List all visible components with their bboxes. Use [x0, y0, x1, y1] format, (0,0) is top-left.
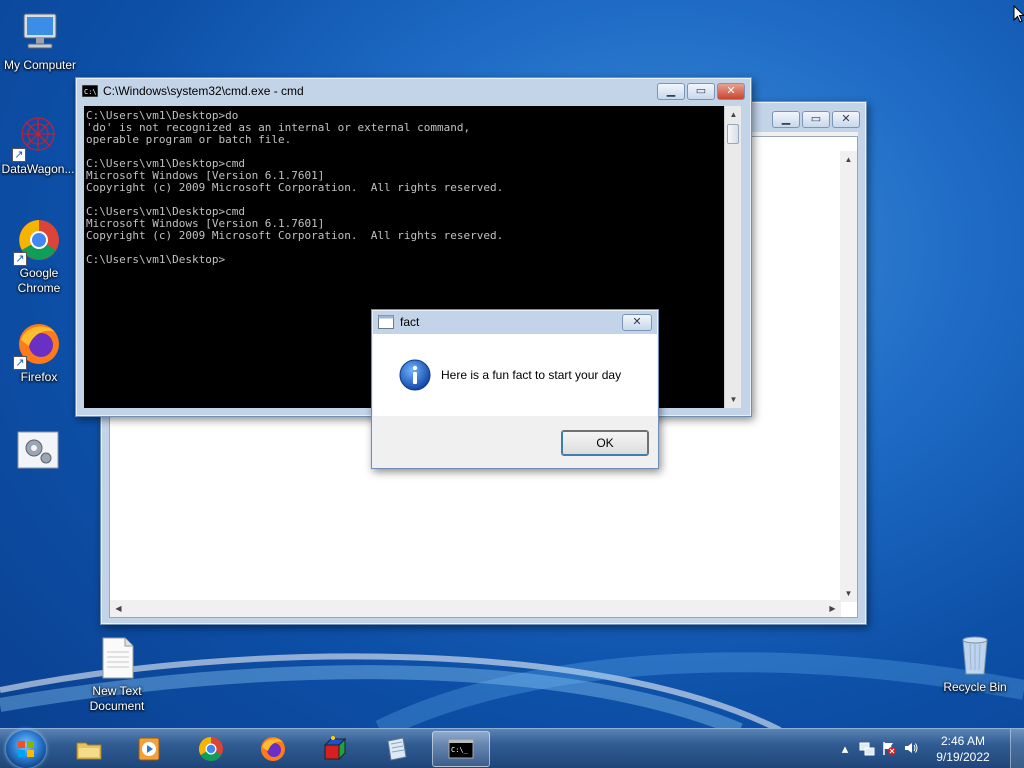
close-button[interactable]: ✕: [717, 82, 745, 100]
close-icon: ✕: [841, 112, 851, 125]
maximize-icon: ▭: [810, 112, 822, 125]
taskbar-cmd[interactable]: C:\_: [432, 731, 490, 767]
console-text: C:\Users\vm1\Desktop>do 'do' is not reco…: [86, 109, 504, 266]
desktop-icon-label: New Text Document: [89, 684, 145, 713]
firefox-icon: ↗: [13, 320, 63, 370]
cube-app-icon: [323, 736, 347, 761]
taskbar-cube-app[interactable]: [306, 731, 364, 767]
clock-date: 9/19/2022: [936, 750, 990, 764]
taskbar: C:\_ ▴ 2:46 AM 9/19/2022: [0, 728, 1024, 768]
close-button[interactable]: ✕: [832, 110, 860, 128]
desktop-icon-label: Recycle Bin: [943, 680, 1007, 694]
cmd-window-title: C:\Windows\system32\cmd.exe - cmd: [103, 84, 304, 98]
desktop-icon-datawagon[interactable]: ↗ DataWagon...: [0, 112, 78, 177]
message-area: Here is a fun fact to start your day: [373, 334, 657, 416]
desktop-icon-new-text-document[interactable]: New Text Document: [77, 634, 157, 714]
shortcut-arrow-icon: ↗: [13, 356, 27, 370]
settings-tool-icon: [14, 428, 62, 476]
shortcut-arrow-icon: ↗: [13, 252, 27, 266]
desktop-icon-firefox[interactable]: ↗ Firefox: [0, 320, 79, 385]
close-icon: ✕: [726, 84, 736, 97]
taskbar-clock[interactable]: 2:46 AM 9/19/2022: [928, 733, 998, 765]
close-button[interactable]: ✕: [622, 313, 652, 331]
svg-text:C:\_: C:\_: [451, 746, 469, 754]
minimize-button[interactable]: ▁: [772, 110, 800, 128]
desktop-icon-label: DataWagon...: [1, 162, 75, 176]
notepad-horizontal-scrollbar[interactable]: ◀ ▶: [110, 600, 841, 617]
action-center-flag-icon[interactable]: [880, 740, 898, 758]
minimize-icon: ▁: [781, 112, 791, 125]
window-app-icon: [378, 315, 394, 329]
notepad-icon: [387, 737, 407, 761]
desktop-icon-recycle-bin[interactable]: Recycle Bin: [935, 630, 1015, 695]
taskbar-chrome[interactable]: [182, 731, 240, 767]
shortcut-arrow-icon: ↗: [12, 148, 26, 162]
scroll-thumb[interactable]: [727, 124, 739, 144]
taskbar-media-player[interactable]: [120, 731, 178, 767]
cmd-icon: C:\: [82, 85, 98, 97]
desktop-icon-my-computer[interactable]: My Computer: [0, 8, 80, 73]
computer-icon: [16, 8, 64, 56]
recycle-bin-icon: [951, 630, 999, 678]
show-desktop-button[interactable]: [1010, 729, 1024, 768]
desktop-icon-settings-tool[interactable]: [0, 428, 78, 478]
chrome-icon: ↗: [13, 216, 63, 266]
cmd-titlebar[interactable]: C:\ C:\Windows\system32\cmd.exe - cmd ▁ …: [76, 78, 751, 104]
message-text: Here is a fun fact to start your day: [441, 368, 622, 382]
ok-button[interactable]: OK: [561, 430, 649, 456]
maximize-button[interactable]: ▭: [802, 110, 830, 128]
maximize-button[interactable]: ▭: [687, 82, 715, 100]
media-player-icon: [138, 737, 160, 761]
fact-message-box[interactable]: fact ✕ Here is a fun fact to start your …: [371, 309, 659, 469]
scroll-up-arrow-icon[interactable]: ▲: [725, 106, 742, 123]
scroll-up-arrow-icon[interactable]: ▲: [840, 151, 857, 168]
minimize-button[interactable]: ▁: [657, 82, 685, 100]
console-vertical-scrollbar[interactable]: ▲ ▼: [724, 106, 741, 408]
close-icon: ✕: [632, 315, 642, 328]
taskbar-explorer[interactable]: [60, 731, 118, 767]
desktop-icon-label: Firefox: [20, 370, 58, 384]
scroll-down-arrow-icon[interactable]: ▼: [840, 585, 857, 602]
information-icon: [399, 359, 431, 391]
chrome-icon: [198, 737, 223, 762]
explorer-icon: [76, 742, 102, 760]
clock-time: 2:46 AM: [940, 734, 986, 748]
notepad-vertical-scrollbar[interactable]: ▲ ▼: [840, 151, 857, 602]
message-box-body: Here is a fun fact to start your day OK: [373, 334, 657, 468]
desktop-icon-label: Google Chrome: [17, 266, 61, 295]
mouse-cursor-icon: [1013, 5, 1024, 23]
datawagon-icon: ↗: [12, 112, 62, 162]
firefox-icon: [261, 737, 285, 761]
message-box-title: fact: [400, 315, 420, 329]
message-box-titlebar[interactable]: fact ✕: [372, 310, 658, 334]
scroll-right-arrow-icon[interactable]: ▶: [824, 600, 841, 617]
svg-text:C:\: C:\: [84, 88, 97, 96]
taskbar-firefox[interactable]: [244, 731, 302, 767]
desktop-icon-chrome[interactable]: ↗ Google Chrome: [0, 216, 79, 296]
cmd-icon: C:\_: [448, 739, 474, 759]
scroll-left-arrow-icon[interactable]: ◀: [110, 600, 127, 617]
network-icon[interactable]: [858, 740, 876, 758]
text-document-icon: [93, 634, 141, 682]
maximize-icon: ▭: [695, 84, 707, 97]
start-button[interactable]: [6, 730, 46, 768]
windows-logo-icon: [18, 741, 34, 757]
show-hidden-icons-arrow-icon[interactable]: ▴: [836, 740, 854, 758]
scroll-down-arrow-icon[interactable]: ▼: [725, 391, 742, 408]
system-tray: ▴ 2:46 AM 9/19/2022: [834, 729, 1024, 768]
minimize-icon: ▁: [666, 84, 676, 97]
desktop-icon-label: My Computer: [3, 58, 77, 72]
taskbar-notepad[interactable]: [368, 731, 426, 767]
volume-icon[interactable]: [902, 740, 920, 758]
